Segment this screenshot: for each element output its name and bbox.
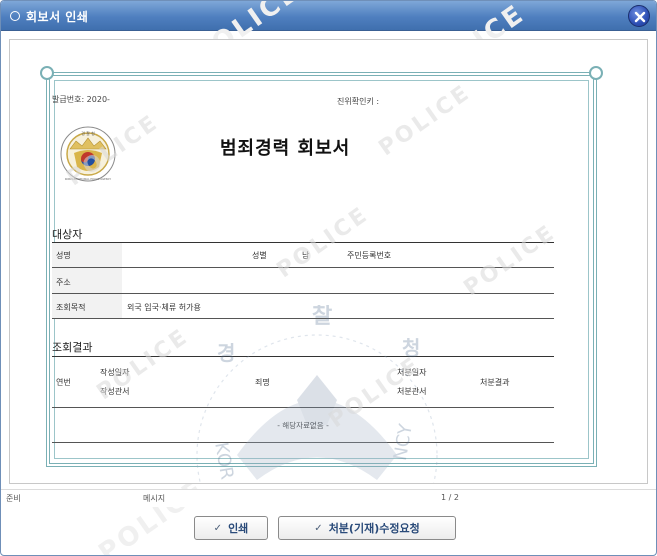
title-bar: 회보서 인쇄 xyxy=(1,1,656,31)
page-indicator: 1 / 2 xyxy=(441,493,459,502)
police-emblem-watermark-icon: 찰 경 청 KOR NCY xyxy=(196,305,438,483)
request-correction-label: 처분(기재)수정요청 xyxy=(328,522,420,535)
emblem-char-left: 경 xyxy=(217,341,235,365)
print-button[interactable]: ✓ 인쇄 xyxy=(194,516,268,540)
background-watermark: POLICE xyxy=(93,473,211,556)
border-corner-ornament xyxy=(40,66,54,80)
issue-number: 발급번호: 2020- xyxy=(52,95,110,104)
close-icon xyxy=(634,11,646,23)
col-header-no: 연번 xyxy=(56,378,71,387)
request-correction-button[interactable]: ✓ 처분(기재)수정요청 xyxy=(278,516,456,540)
status-bar: 준비 메시지 1 / 2 xyxy=(1,489,656,507)
window-circle-icon xyxy=(10,11,20,21)
status-ready: 준비 xyxy=(6,494,21,503)
print-button-label: 인쇄 xyxy=(228,522,249,535)
emblem-ring-right: NCY xyxy=(390,421,417,462)
certificate-document: 발급번호: 2020- 진위확인키 : 경 찰 청 KOREAN NATIONA… xyxy=(52,79,582,483)
result-section-heading: 조회결과 xyxy=(52,341,93,354)
status-message: 메시지 xyxy=(143,494,166,503)
name-label: 성명 xyxy=(56,251,71,260)
border-corner-ornament xyxy=(589,66,603,80)
window-title: 회보서 인쇄 xyxy=(26,10,89,24)
verification-key-label: 진위확인키 : xyxy=(337,97,380,106)
subject-section-heading: 대상자 xyxy=(52,228,83,241)
document-viewer[interactable]: 발급번호: 2020- 진위확인키 : 경 찰 청 KOREAN NATIONA… xyxy=(9,39,648,484)
rrn-label: 주민등록번호 xyxy=(347,251,392,260)
check-icon: ✓ xyxy=(213,522,223,534)
address-label: 주소 xyxy=(56,278,71,287)
close-button[interactable] xyxy=(628,5,650,27)
seal-label: 경 찰 청 xyxy=(81,130,95,136)
emblem-ring-left: KOR xyxy=(210,441,237,482)
purpose-label: 조회목적 xyxy=(56,303,86,312)
print-dialog-window: 회보서 인쇄 POLICE POLICE POLICE POLICE 발급번호:… xyxy=(0,0,657,556)
gender-label: 성별 xyxy=(252,251,267,260)
document-watermark: POLICE xyxy=(374,79,476,162)
emblem-char-top: 찰 xyxy=(312,305,332,329)
document-watermark: POLICE xyxy=(459,219,561,302)
check-icon: ✓ xyxy=(314,522,323,534)
document-title: 범죄경력 회보서 xyxy=(220,138,351,159)
